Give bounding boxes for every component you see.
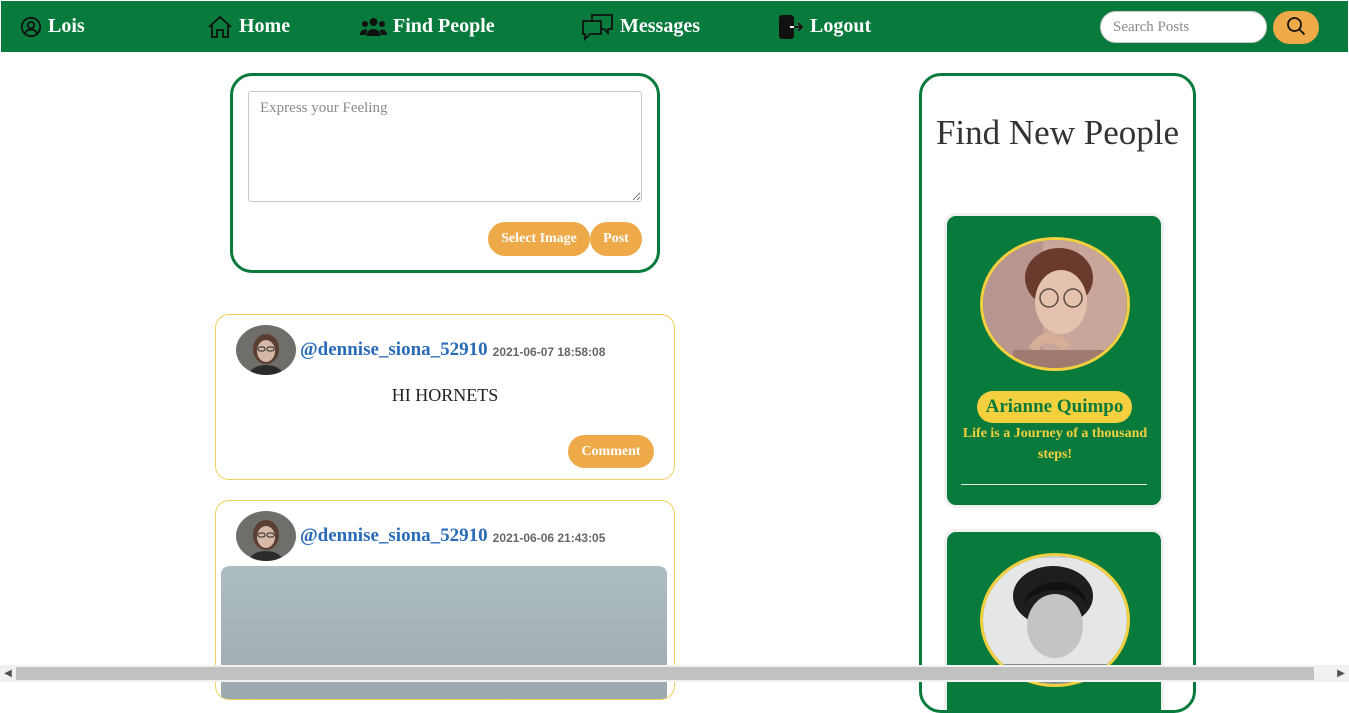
find-people-title: Find New People	[935, 113, 1180, 152]
post-header: @dennise_siona_52910 2021-06-07 18:58:08	[236, 325, 605, 375]
search-button[interactable]	[1273, 11, 1319, 44]
horizontal-scrollbar[interactable]: ◀ ▶	[0, 665, 1349, 682]
navbar: Lois Home Find People Messages Logout	[1, 1, 1348, 52]
person-name[interactable]: Arianne Quimpo	[977, 391, 1132, 423]
nav-logout-link[interactable]: Logout	[778, 1, 871, 52]
avatar[interactable]	[236, 325, 296, 375]
post-text: HI HORNETS	[391, 385, 499, 405]
feeling-textarea[interactable]	[248, 91, 642, 202]
nav-find-people-link[interactable]: Find People	[360, 1, 495, 52]
nav-profile-link[interactable]: Lois	[20, 1, 85, 52]
scrollbar-thumb[interactable]	[16, 667, 1314, 680]
post-author-handle[interactable]: @dennise_siona_52910	[300, 339, 488, 361]
magnifier-icon	[1286, 16, 1306, 39]
house-icon	[207, 15, 233, 39]
divider	[961, 484, 1147, 485]
scroll-left-arrow-icon[interactable]: ◀	[0, 665, 16, 682]
nav-logout-label: Logout	[810, 15, 872, 37]
avatar[interactable]	[236, 511, 296, 561]
chat-bubbles-icon	[581, 13, 614, 41]
person-photo[interactable]	[980, 237, 1130, 371]
people-icon	[360, 17, 387, 37]
nav-messages-link[interactable]: Messages	[581, 1, 700, 52]
post-timestamp: 2021-06-07 18:58:08	[492, 345, 606, 359]
nav-find-people-label: Find People	[393, 15, 495, 37]
comment-button[interactable]: Comment	[568, 435, 654, 468]
post-header: @dennise_siona_52910 2021-06-06 21:43:05	[236, 511, 605, 561]
nav-home-link[interactable]: Home	[207, 1, 290, 52]
nav-home-label: Home	[239, 15, 291, 37]
select-image-button[interactable]: Select Image	[488, 222, 590, 256]
person-card[interactable]: Arianne Quimpo Life is a Journey of a th…	[944, 213, 1164, 508]
logout-icon	[778, 14, 804, 40]
find-people-panel: Find New People Arianne Quimpo Life is a…	[919, 73, 1196, 713]
post-card: @dennise_siona_52910 2021-06-07 18:58:08…	[215, 314, 675, 480]
scroll-right-arrow-icon[interactable]: ▶	[1333, 665, 1349, 682]
post-composer: Select Image Post	[230, 73, 660, 273]
post-timestamp: 2021-06-06 21:43:05	[492, 531, 606, 545]
search-input[interactable]	[1100, 11, 1267, 43]
nav-profile-label: Lois	[48, 15, 85, 37]
user-circle-icon	[20, 16, 42, 38]
nav-messages-label: Messages	[620, 15, 700, 37]
person-card[interactable]	[944, 529, 1164, 710]
post-author-handle[interactable]: @dennise_siona_52910	[300, 525, 488, 547]
post-button[interactable]: Post	[590, 222, 642, 256]
person-bio: Life is a Journey of a thousand steps!	[962, 426, 1148, 462]
